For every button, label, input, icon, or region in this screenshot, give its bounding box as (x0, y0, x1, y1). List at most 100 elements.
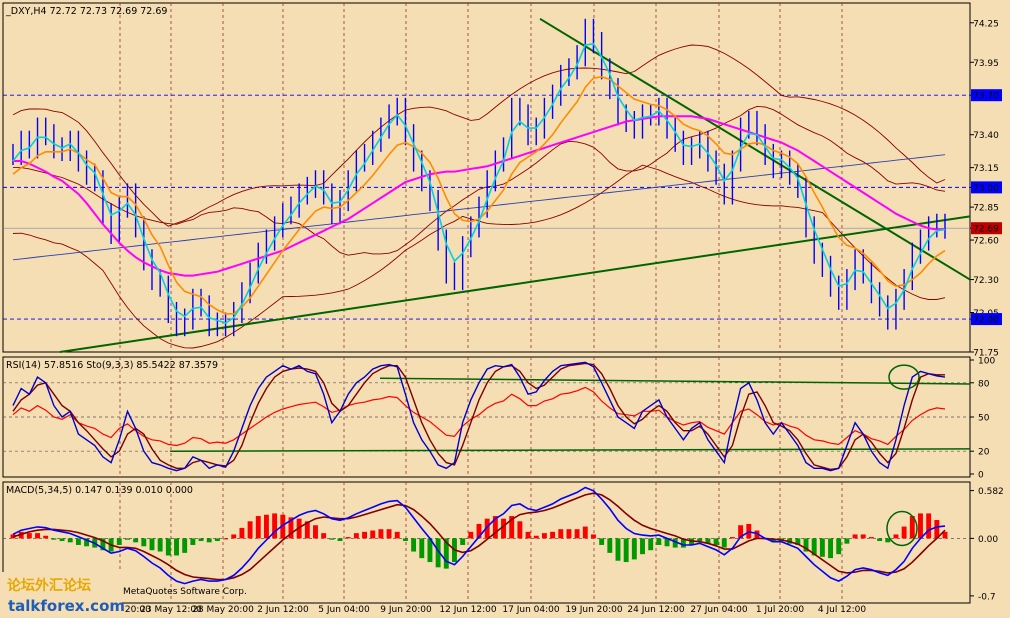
osma-histogram-bar (713, 538, 719, 545)
y-tick-label: 72.60 (973, 237, 999, 247)
y-tick-label: 72.00 (973, 316, 999, 326)
osma-histogram-bar (263, 514, 269, 539)
osma-histogram-bar (198, 538, 204, 542)
osma-histogram-bar (157, 538, 163, 552)
osma-histogram-bar (125, 538, 130, 540)
osma-histogram-bar (419, 538, 425, 559)
watermark-chinese-text: 论坛外汇论坛 (7, 577, 91, 594)
macd-panel-header: MACD(5,34,5) 0.147 0.139 0.010 0.000 (6, 485, 193, 496)
osma-histogram-bar (26, 533, 32, 539)
y-tick-label: 73.95 (973, 59, 999, 69)
osma-histogram-bar (214, 538, 220, 542)
x-tick-label: 24 Jun 12:00 (627, 605, 684, 615)
osma-histogram-bar (893, 534, 899, 539)
y-tick-label: -0.7 (978, 592, 996, 602)
osma-histogram-bar (149, 538, 155, 551)
osma-histogram-bar (615, 538, 621, 561)
y-tick-label: 100 (978, 357, 995, 367)
osma-histogram-bar (525, 531, 531, 539)
osma-histogram-bar (591, 534, 596, 539)
osma-histogram-bar (411, 538, 417, 552)
copyright-text: MetaQuotes Software Corp. (123, 587, 247, 597)
osma-histogram-bar (231, 534, 237, 539)
osma-histogram-bar (656, 538, 662, 545)
osma-histogram-bar (51, 538, 57, 540)
y-tick-label: 73.40 (973, 131, 999, 141)
macd-main-line (12, 486, 946, 585)
rsi-line (12, 386, 946, 447)
y-tick-label: 74.25 (973, 19, 999, 29)
y-tick-label: 0 (978, 471, 984, 481)
x-tick-label: 9 Jun 20:00 (380, 605, 432, 615)
osma-histogram-bar (926, 513, 932, 539)
osma-histogram-bar (918, 513, 923, 539)
osma-histogram-bar (190, 538, 196, 545)
osma-histogram-bar (558, 529, 564, 539)
osma-histogram-bar (35, 533, 40, 539)
y-tick-label: 50 (978, 414, 990, 424)
y-tick-label: 73.70 (973, 92, 999, 102)
x-tick-label: 17 Jun 04:00 (502, 605, 559, 615)
osma-histogram-bar (272, 513, 278, 539)
watermark-site-text: talkforex.com (8, 597, 125, 615)
x-tick-label: 2 Jun 12:00 (257, 605, 309, 615)
osma-histogram-bar (541, 533, 547, 539)
osma-histogram-bar (362, 531, 367, 539)
osma-histogram-bar (460, 538, 466, 545)
osma-histogram-bar (836, 538, 842, 555)
x-tick-label: 4 Jul 12:00 (818, 605, 867, 615)
osma-histogram-bar (223, 538, 229, 540)
osma-histogram-bar (566, 529, 572, 539)
osma-histogram-bar (182, 538, 188, 553)
osma-histogram-bar (386, 529, 392, 539)
x-tick-label: 12 Jun 12:00 (439, 605, 496, 615)
osma-histogram-bar (378, 529, 384, 539)
osma-histogram-bar (337, 538, 343, 542)
osma-histogram-bar (697, 538, 703, 542)
osma-histogram-bar (141, 538, 147, 547)
osma-histogram-bar (345, 537, 351, 539)
osma-histogram-bar (402, 538, 408, 542)
osma-histogram-bar (468, 531, 474, 539)
osma-histogram-bar (640, 538, 645, 555)
x-tick-label: 28 May 20:00 (192, 605, 254, 615)
osma-histogram-bar (901, 526, 907, 539)
price-panel-header: _DXY,H4 72.72 72.73 72.69 72.69 (5, 6, 167, 17)
osma-histogram-bar (206, 538, 212, 543)
panel-frame-2 (2, 481, 971, 604)
osma-histogram-bar (721, 538, 727, 548)
x-tick-label: 1 Jul 20:00 (756, 605, 805, 615)
osma-histogram-bar (394, 531, 400, 539)
osma-histogram-bar (67, 538, 73, 543)
y-tick-label: 0.582 (978, 487, 1004, 497)
y-tick-label: 0.00 (978, 535, 998, 545)
x-tick-label: 5 Jun 04:00 (318, 605, 370, 615)
y-tick-label: 73.00 (973, 184, 999, 194)
osma-histogram-bar (174, 538, 179, 556)
x-tick-label: 19 Jun 20:00 (565, 605, 622, 615)
osma-histogram-bar (116, 538, 122, 545)
cyan-average-line (12, 42, 946, 324)
osma-histogram-bar (329, 538, 335, 540)
osma-histogram-bar (75, 538, 81, 545)
osma-histogram-bar (321, 533, 327, 539)
support-trendline (59, 215, 971, 353)
osma-histogram-bar (313, 525, 318, 539)
osma-histogram-bar (255, 516, 261, 539)
x-tick-label: 27 Jun 04:00 (690, 605, 747, 615)
y-tick-label: 73.15 (973, 164, 999, 174)
osma-histogram-bar (844, 538, 850, 544)
osma-histogram-bar (607, 538, 613, 553)
osma-histogram-bar (370, 530, 376, 539)
y-tick-label: 20 (978, 448, 990, 458)
osma-histogram-bar (533, 535, 539, 539)
osma-histogram-bar (631, 538, 637, 560)
oscillator-panel-header: RSI(14) 57.8516 Sto(9,3,3) 85.5422 87.35… (6, 360, 218, 371)
osma-histogram-bar (623, 538, 629, 563)
y-tick-label: 72.85 (973, 204, 999, 214)
osma-histogram-bar (574, 529, 580, 539)
osma-histogram-bar (550, 531, 556, 539)
osma-histogram-bar (599, 538, 605, 545)
y-tick-label: 72.30 (973, 276, 999, 286)
osma-histogram-bar (43, 535, 49, 539)
